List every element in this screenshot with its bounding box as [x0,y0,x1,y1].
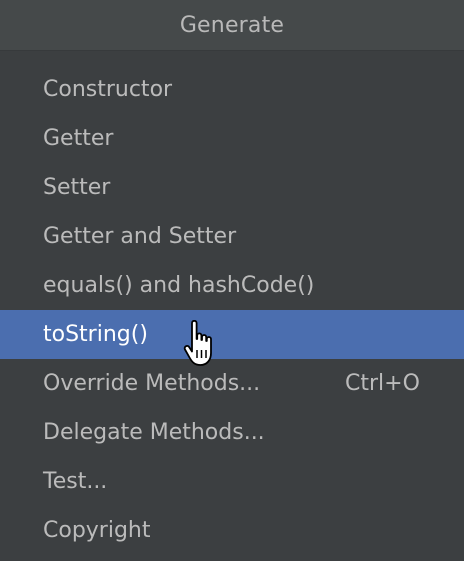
menu-item-delegate-methods[interactable]: Delegate Methods... [0,408,464,457]
menu-item-label: Getter and Setter [43,224,237,249]
menu-item-label: Test... [43,469,108,494]
shortcut-label: Ctrl+O [345,371,420,396]
menu-item-label: Constructor [43,77,173,102]
menu-item-label: Delegate Methods... [43,420,265,445]
menu-item-getter[interactable]: Getter [0,114,464,163]
menu-item-test[interactable]: Test... [0,457,464,506]
menu-item-tostring[interactable]: toString() [0,310,464,359]
menu-item-copyright[interactable]: Copyright [0,506,464,555]
menu-item-label: toString() [43,322,148,347]
menu-item-label: equals() and hashCode() [43,273,315,298]
menu-item-label: Setter [43,175,111,200]
menu-item-getter-and-setter[interactable]: Getter and Setter [0,212,464,261]
menu-item-constructor[interactable]: Constructor [0,65,464,114]
menu-item-override-methods[interactable]: Override Methods... Ctrl+O [0,359,464,408]
menu-item-label: Copyright [43,518,151,543]
menu-item-label: Override Methods... [43,371,261,396]
generate-menu: Constructor Getter Setter Getter and Set… [0,65,464,555]
generate-popup: Generate Constructor Getter Setter Gette… [0,0,464,561]
menu-item-equals-hashcode[interactable]: equals() and hashCode() [0,261,464,310]
popup-title: Generate [0,0,464,51]
menu-item-setter[interactable]: Setter [0,163,464,212]
menu-item-label: Getter [43,126,114,151]
